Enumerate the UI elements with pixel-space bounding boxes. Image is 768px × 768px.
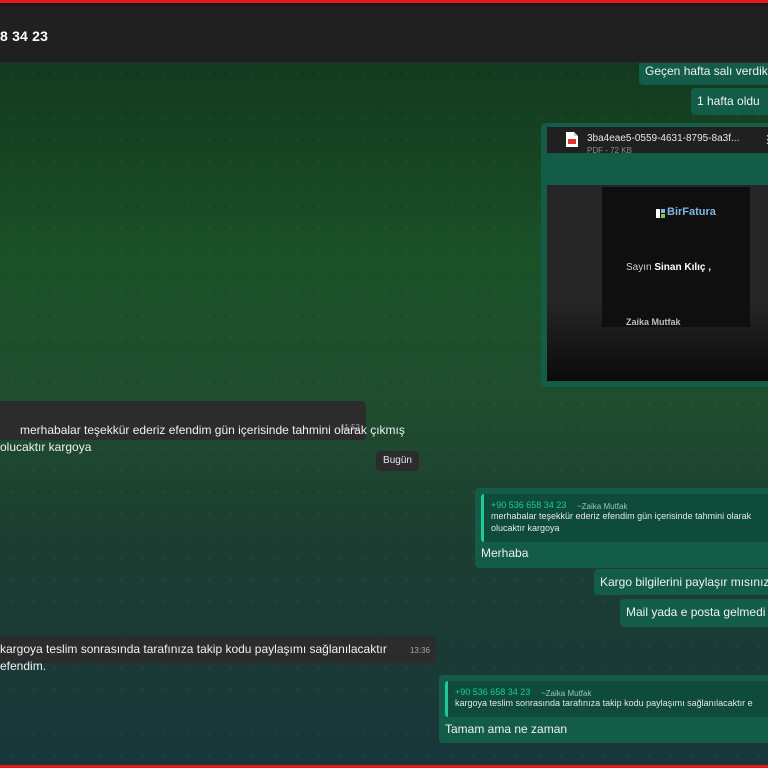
message-outgoing[interactable]: Geçen hafta salı verdik bbox=[639, 63, 768, 85]
chat-header: 8 34 23 bbox=[0, 6, 768, 63]
message-text: Tamam ama ne zaman bbox=[445, 722, 568, 736]
document-message[interactable]: 3ba4eae5-0559-4631-8795-8a3f... PDF - 72… bbox=[541, 123, 768, 387]
day-divider: Bugün bbox=[376, 451, 419, 471]
message-outgoing[interactable]: 1 hafta oldu bbox=[691, 88, 768, 115]
message-outgoing[interactable]: Mail yada e posta gelmedi bbox=[620, 599, 768, 627]
message-text: Mail yada e posta gelmedi bbox=[626, 605, 766, 619]
message-list[interactable]: Geçen hafta salı verdik 1 hafta oldu 3ba… bbox=[0, 63, 768, 765]
message-outgoing-reply[interactable]: +90 536 658 34 23 ~Zaika Mutfak merhabal… bbox=[475, 488, 768, 568]
message-time: 11:52 bbox=[340, 423, 360, 432]
message-text: Geçen hafta salı verdik bbox=[645, 64, 768, 78]
document-meta: PDF - 72 KB bbox=[587, 146, 632, 155]
document-brand: BirFatura bbox=[667, 206, 716, 218]
document-filename: 3ba4eae5-0559-4631-8795-8a3f... bbox=[587, 133, 740, 144]
more-vertical-icon[interactable]: ⋮ bbox=[762, 133, 768, 146]
message-incoming[interactable]: kargoya teslim sonrasında tarafınıza tak… bbox=[0, 636, 436, 673]
message-time: 13:36 bbox=[409, 646, 430, 655]
document-header[interactable]: 3ba4eae5-0559-4631-8795-8a3f... PDF - 72… bbox=[547, 127, 768, 155]
message-text: Kargo bilgilerini paylaşır mısınız bbox=[600, 575, 768, 589]
message-text: Merhaba bbox=[481, 546, 529, 560]
message-outgoing[interactable]: Kargo bilgilerini paylaşır mısınız bbox=[594, 569, 768, 595]
document-preview[interactable]: BirFatura Sayın Sinan Kılıç , Zaika Mutf… bbox=[547, 185, 768, 381]
app-window: 8 34 23 Geçen hafta salı verdik 1 hafta … bbox=[0, 0, 768, 768]
message-text: 1 hafta oldu bbox=[697, 94, 760, 108]
message-outgoing-reply[interactable]: +90 536 658 34 23 ~Zaika Mutfak kargoya … bbox=[439, 675, 768, 743]
contact-name[interactable]: 8 34 23 bbox=[0, 28, 48, 44]
quoted-message[interactable]: +90 536 658 34 23 ~Zaika Mutfak kargoya … bbox=[445, 681, 768, 717]
pdf-file-icon bbox=[566, 132, 578, 147]
quote-text: merhabalar teşekkür ederiz efendim gün i… bbox=[491, 511, 752, 533]
message-text: kargoya teslim sonrasında tarafınıza tak… bbox=[0, 642, 387, 673]
message-incoming[interactable]: merhabalar teşekkür ederiz efendim gün i… bbox=[0, 401, 405, 454]
document-page: BirFatura Sayın Sinan Kılıç , Zaika Mutf… bbox=[602, 187, 750, 327]
document-company: Zaika Mutfak bbox=[626, 317, 681, 327]
quote-text: kargoya teslim sonrasında tarafınıza tak… bbox=[455, 698, 753, 708]
document-greeting: Sayın Sinan Kılıç , bbox=[626, 262, 712, 273]
quoted-message[interactable]: +90 536 658 34 23 ~Zaika Mutfak merhabal… bbox=[481, 494, 768, 542]
brand-logo-icon bbox=[656, 209, 665, 218]
